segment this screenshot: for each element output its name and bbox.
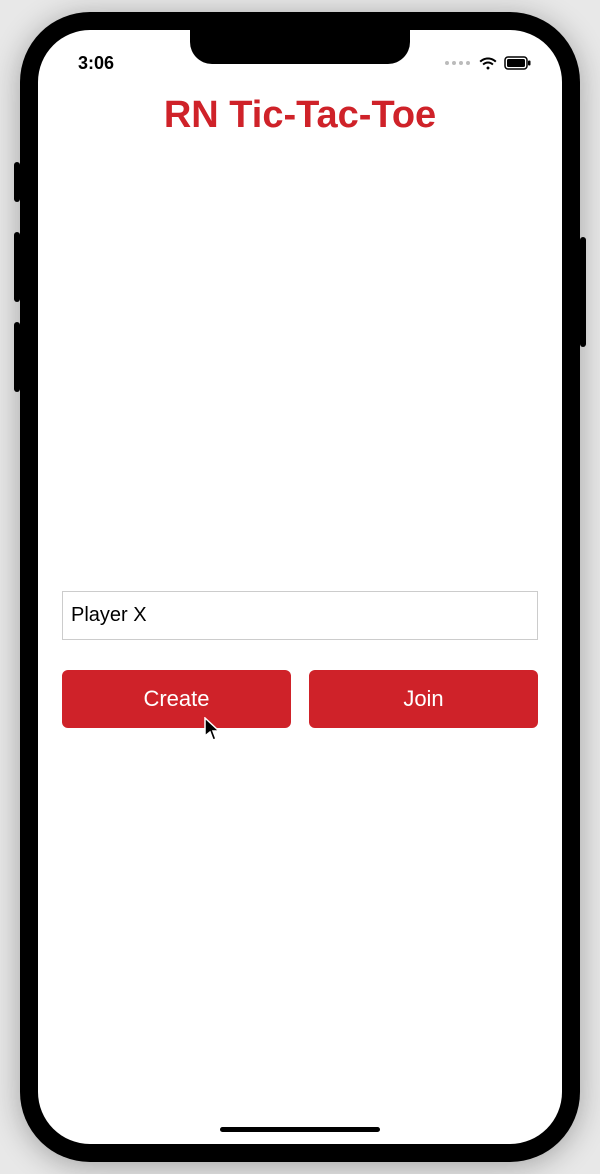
main-content: Create Join	[38, 137, 562, 728]
power-button	[580, 237, 586, 347]
status-right	[445, 56, 532, 71]
screen: 3:06 RN Tic-Tac	[38, 30, 562, 1144]
battery-icon	[504, 56, 532, 70]
player-name-input[interactable]	[62, 591, 538, 640]
create-button[interactable]: Create	[62, 670, 291, 728]
status-time: 3:06	[78, 53, 114, 74]
phone-frame: 3:06 RN Tic-Tac	[20, 12, 580, 1162]
volume-up-button	[14, 232, 20, 302]
app-title: RN Tic-Tac-Toe	[38, 94, 562, 137]
button-row: Create Join	[62, 670, 538, 728]
home-indicator[interactable]	[220, 1127, 380, 1132]
join-button[interactable]: Join	[309, 670, 538, 728]
notch	[190, 30, 410, 64]
wifi-icon	[478, 56, 498, 71]
cellular-dots-icon	[445, 61, 470, 65]
ringer-switch	[14, 162, 20, 202]
volume-down-button	[14, 322, 20, 392]
